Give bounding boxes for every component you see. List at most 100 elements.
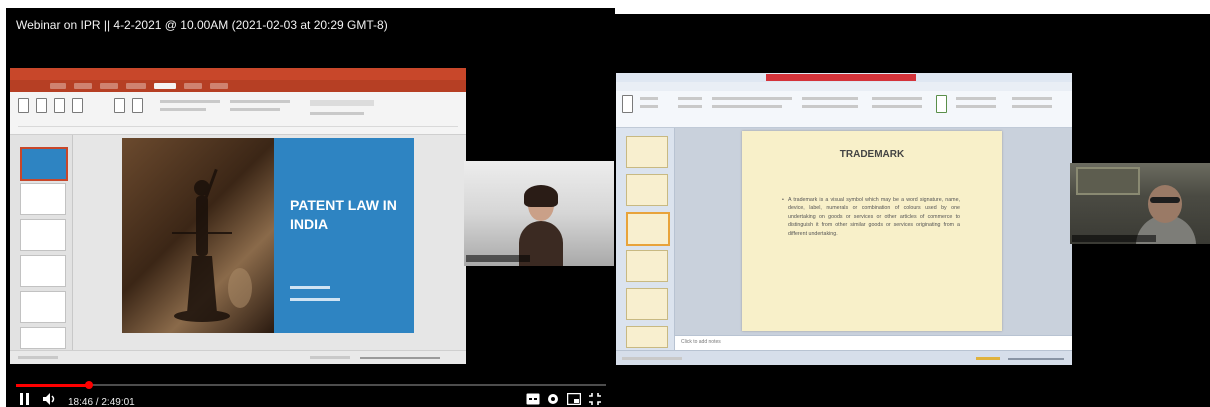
ribbon-icon[interactable] bbox=[72, 98, 83, 113]
ppt2-ribbon bbox=[616, 91, 1072, 128]
slide-thumbnail-pane bbox=[10, 135, 73, 350]
ribbon-control[interactable] bbox=[678, 105, 702, 108]
view-buttons[interactable] bbox=[310, 356, 350, 359]
slide-thumbnail[interactable] bbox=[20, 183, 66, 215]
slide-thumbnail[interactable] bbox=[626, 288, 668, 320]
ppt2-title-highlight bbox=[766, 74, 916, 81]
captions-icon[interactable] bbox=[526, 393, 540, 407]
bullet-dot: • bbox=[782, 197, 784, 203]
video-time: 18:46 / 2:49:01 bbox=[68, 397, 135, 407]
ribbon-divider bbox=[18, 126, 458, 127]
participant-video-left bbox=[464, 161, 615, 266]
ppt-menu-tab[interactable] bbox=[50, 83, 66, 89]
participant-name-tag bbox=[1072, 235, 1156, 242]
ppt-menu-tab[interactable] bbox=[184, 83, 202, 89]
gear-icon[interactable] bbox=[546, 392, 560, 407]
ribbon-control[interactable] bbox=[230, 100, 290, 103]
ribbon-control[interactable] bbox=[160, 100, 220, 103]
ribbon-icon[interactable] bbox=[36, 98, 47, 113]
slide-thumbnail[interactable] bbox=[20, 147, 68, 181]
powerpoint-window-left: PATENT LAW IN INDIA bbox=[10, 68, 466, 364]
bullet-text: A trademark is a visual symbol which may… bbox=[788, 197, 960, 237]
slide-title: PATENT LAW IN INDIA bbox=[290, 197, 397, 232]
slide-canvas-left: PATENT LAW IN INDIA bbox=[122, 138, 414, 333]
paste-icon[interactable] bbox=[622, 95, 633, 113]
ribbon-control[interactable] bbox=[160, 108, 206, 111]
ppt-menu-tab[interactable] bbox=[210, 83, 228, 89]
participant-head bbox=[1148, 185, 1182, 223]
slide-title-panel bbox=[274, 138, 414, 333]
wall-frame bbox=[1076, 167, 1140, 195]
progress-track[interactable] bbox=[16, 384, 606, 386]
slide-canvas-right: TRADEMARK • A trademark is a visual symb… bbox=[742, 131, 1002, 331]
status-text bbox=[622, 357, 682, 360]
ribbon-icon[interactable] bbox=[132, 98, 143, 113]
notes-placeholder: Click to add notes bbox=[681, 339, 721, 345]
progress-scrubber[interactable] bbox=[85, 381, 94, 389]
ribbon-control[interactable] bbox=[310, 112, 364, 115]
participant-hair bbox=[524, 185, 558, 207]
zoom-slider[interactable] bbox=[1008, 358, 1064, 360]
ppt-menu-tab-active[interactable] bbox=[154, 83, 176, 89]
participant-name-tag bbox=[466, 255, 530, 262]
ppt-menu-tab[interactable] bbox=[74, 83, 92, 89]
miniplayer-icon[interactable] bbox=[566, 392, 582, 407]
ppt-statusbar bbox=[10, 350, 466, 364]
paragraph-controls[interactable] bbox=[802, 105, 858, 108]
font-controls[interactable] bbox=[712, 97, 792, 100]
slide-thumbnail[interactable] bbox=[20, 255, 66, 287]
participant-video-right bbox=[1070, 163, 1210, 244]
ppt-titlebar bbox=[10, 68, 466, 80]
video-title: Webinar on IPR || 4-2-2021 @ 10.00AM (20… bbox=[16, 18, 388, 32]
powerpoint-window-right: TRADEMARK • A trademark is a visual symb… bbox=[616, 73, 1072, 365]
slide-title-trademark: TRADEMARK bbox=[839, 149, 905, 160]
drawing-controls[interactable] bbox=[872, 97, 922, 100]
ribbon-dropdown[interactable] bbox=[310, 100, 374, 106]
shape-fill-control[interactable] bbox=[956, 97, 996, 100]
ppt-menu-tab[interactable] bbox=[100, 83, 118, 89]
slide-author-line bbox=[290, 286, 330, 289]
progress-played bbox=[16, 384, 90, 387]
font-controls[interactable] bbox=[712, 105, 782, 108]
slide-thumbnail[interactable] bbox=[20, 327, 66, 349]
slide-thumbnail-selected[interactable] bbox=[626, 212, 670, 246]
editing-controls[interactable] bbox=[1012, 105, 1052, 108]
ribbon-control[interactable] bbox=[678, 97, 702, 100]
slide-thumbnail[interactable] bbox=[626, 174, 668, 206]
view-buttons[interactable] bbox=[976, 357, 1000, 360]
slide-thumbnail[interactable] bbox=[20, 219, 66, 251]
slide-thumbnail[interactable] bbox=[626, 326, 668, 348]
status-text bbox=[18, 356, 58, 359]
slide-thumbnail[interactable] bbox=[626, 250, 668, 282]
ribbon-icon[interactable] bbox=[114, 98, 125, 113]
slide-thumbnail[interactable] bbox=[20, 291, 66, 323]
ribbon-control[interactable] bbox=[640, 105, 658, 108]
lady-justice-figure bbox=[172, 168, 252, 322]
notes-pane[interactable]: Click to add notes bbox=[675, 335, 1072, 350]
ppt2-titlebar bbox=[616, 73, 1072, 82]
shape-outline-control[interactable] bbox=[956, 105, 996, 108]
paragraph-controls[interactable] bbox=[802, 97, 858, 100]
slide-thumbnail[interactable] bbox=[626, 136, 668, 168]
quick-styles-icon[interactable] bbox=[936, 95, 947, 113]
ppt-menubar bbox=[10, 80, 466, 92]
fullscreen-exit-icon[interactable] bbox=[588, 392, 602, 407]
ppt-menu-tab[interactable] bbox=[126, 83, 146, 89]
pause-icon[interactable] bbox=[19, 392, 31, 407]
slide-affiliation-line bbox=[290, 298, 340, 301]
slide-thumbnail-pane-right bbox=[616, 128, 675, 350]
participant-glasses bbox=[1150, 197, 1180, 203]
ribbon-control[interactable] bbox=[230, 108, 280, 111]
editing-controls[interactable] bbox=[1012, 97, 1052, 100]
slide-bullet-text: • A trademark is a visual symbol which m… bbox=[782, 196, 960, 238]
volume-icon[interactable] bbox=[42, 392, 58, 407]
ppt2-statusbar bbox=[616, 350, 1072, 365]
left-video-player[interactable]: Webinar on IPR || 4-2-2021 @ 10.00AM (20… bbox=[6, 8, 615, 407]
right-meeting-view: TRADEMARK • A trademark is a visual symb… bbox=[614, 14, 1210, 407]
drawing-controls[interactable] bbox=[872, 105, 922, 108]
ribbon-icon[interactable] bbox=[18, 98, 29, 113]
ppt-ribbon bbox=[10, 92, 466, 135]
ribbon-icon[interactable] bbox=[54, 98, 65, 113]
zoom-slider[interactable] bbox=[360, 357, 440, 359]
ribbon-control[interactable] bbox=[640, 97, 658, 100]
